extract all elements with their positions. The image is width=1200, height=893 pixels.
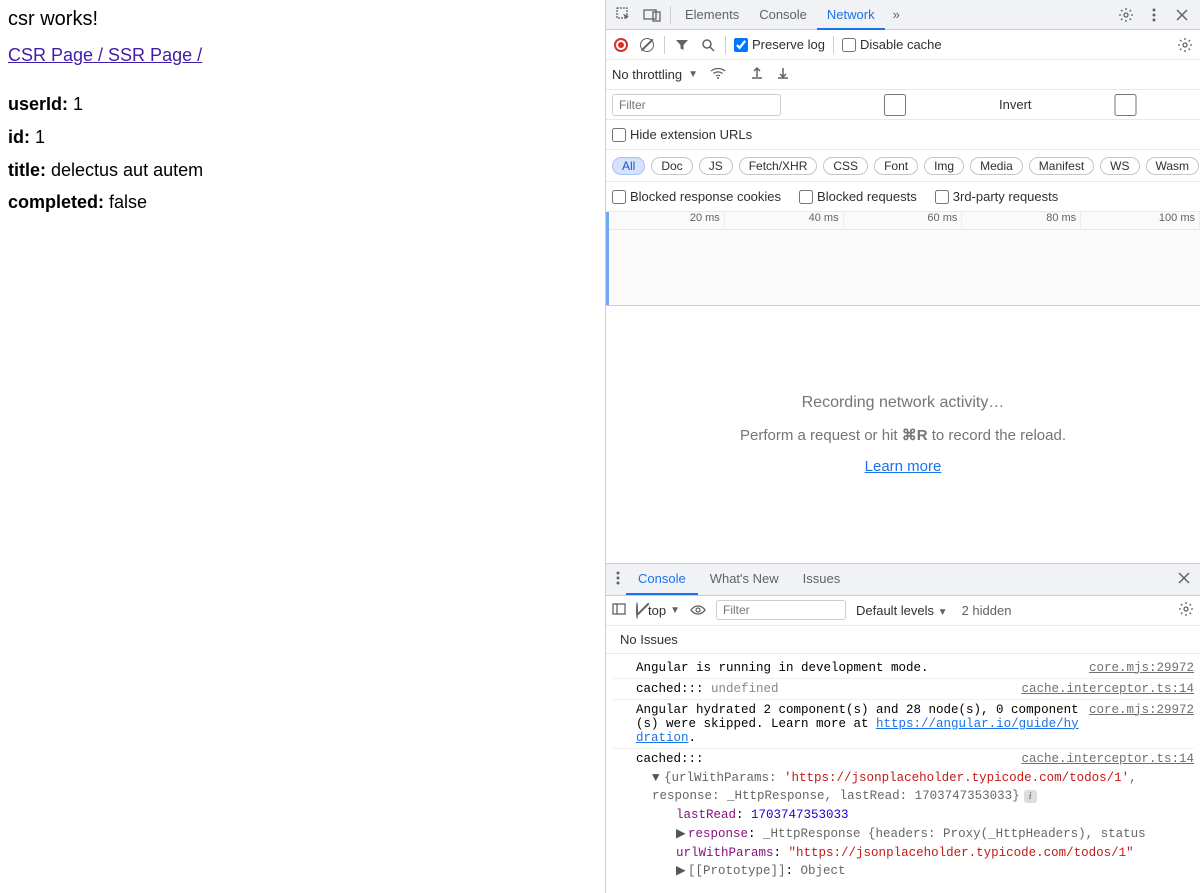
disable-cache-checkbox[interactable]: Disable cache xyxy=(842,37,942,52)
filter-bar: Invert Hide data URLs xyxy=(606,90,1200,120)
hidden-count[interactable]: 2 hidden xyxy=(962,603,1012,618)
console-clear-icon[interactable] xyxy=(636,603,638,618)
gear-icon[interactable] xyxy=(1116,5,1136,25)
invert-checkbox[interactable]: Invert xyxy=(795,94,1032,116)
pill-ws[interactable]: WS xyxy=(1100,157,1139,175)
object-prop[interactable]: ▶response: _HttpResponse {headers: Proxy… xyxy=(652,825,1194,844)
throttling-select[interactable]: No throttling▼ xyxy=(612,67,698,82)
log-row: cached::: undefined cache.interceptor.ts… xyxy=(612,679,1194,700)
pill-manifest[interactable]: Manifest xyxy=(1029,157,1094,175)
drawer-kebab-icon[interactable] xyxy=(610,571,626,588)
field-userid: userId: 1 xyxy=(8,90,597,119)
sidebar-toggle-icon[interactable] xyxy=(612,603,626,618)
network-settings-icon[interactable] xyxy=(1176,36,1194,54)
filter-icon[interactable] xyxy=(673,36,691,54)
drawer-close-icon[interactable] xyxy=(1172,572,1196,587)
source-link[interactable]: core.mjs:29972 xyxy=(1081,703,1194,717)
pill-css[interactable]: CSS xyxy=(823,157,868,175)
console-toolbar: top▼ Default levels ▼ 2 hidden xyxy=(606,596,1200,626)
tab-network[interactable]: Network xyxy=(817,0,885,30)
wifi-icon[interactable] xyxy=(710,67,726,82)
expanded-object: ▼{urlWithParams: 'https://jsonplaceholde… xyxy=(612,769,1194,882)
pill-all[interactable]: All xyxy=(612,157,645,175)
source-link[interactable]: cache.interceptor.ts:14 xyxy=(1013,682,1194,696)
download-har-icon[interactable] xyxy=(776,66,790,83)
tabs-overflow[interactable]: » xyxy=(885,7,908,22)
drawer-tab-issues[interactable]: Issues xyxy=(791,563,853,595)
resource-pills: All Doc JS Fetch/XHR CSS Font Img Media … xyxy=(606,150,1200,182)
filter-input[interactable] xyxy=(612,94,781,116)
device-toggle-icon[interactable] xyxy=(642,5,662,25)
waterfall-timeline[interactable]: 20 ms 40 ms 60 ms 80 ms 100 ms xyxy=(606,212,1200,306)
field-title: title: delectus aut autem xyxy=(8,156,597,185)
drawer-tab-whatsnew[interactable]: What's New xyxy=(698,563,791,595)
object-summary[interactable]: ▼{urlWithParams: 'https://jsonplaceholde… xyxy=(652,769,1194,807)
recording-text: Recording network activity… xyxy=(802,394,1005,412)
context-select[interactable]: top▼ xyxy=(648,603,680,618)
source-link[interactable]: core.mjs:29972 xyxy=(1081,661,1194,675)
blocked-row: Blocked response cookies Blocked request… xyxy=(606,182,1200,212)
blocked-requests-checkbox[interactable]: Blocked requests xyxy=(799,189,917,204)
pill-js[interactable]: JS xyxy=(699,157,733,175)
eye-icon[interactable] xyxy=(690,603,706,618)
log-row: cached::: cache.interceptor.ts:14 xyxy=(612,749,1194,769)
hide-ext-urls-checkbox[interactable]: Hide extension URLs xyxy=(612,127,752,142)
upload-har-icon[interactable] xyxy=(750,66,764,83)
clear-button[interactable] xyxy=(638,36,656,54)
pill-wasm[interactable]: Wasm xyxy=(1146,157,1200,175)
devtools-tabbar: Elements Console Network » xyxy=(606,0,1200,30)
object-prop[interactable]: lastRead: 1703747353033 xyxy=(652,806,1194,825)
preserve-log-checkbox[interactable]: Preserve log xyxy=(734,37,825,52)
field-id: id: 1 xyxy=(8,123,597,152)
drawer-tab-console[interactable]: Console xyxy=(626,563,698,595)
object-prop[interactable]: ▶[[Prototype]]: Object xyxy=(652,862,1194,881)
nav-links: CSR Page / SSR Page / xyxy=(8,45,597,66)
csr-page-link[interactable]: CSR Page / xyxy=(8,45,108,65)
hide-data-urls-checkbox[interactable]: Hide data URLs xyxy=(1046,90,1200,120)
hide-ext-row: Hide extension URLs xyxy=(606,120,1200,150)
page-heading: csr works! xyxy=(8,8,597,31)
object-prop[interactable]: urlWithParams: "https://jsonplaceholder.… xyxy=(652,844,1194,863)
learn-more-link[interactable]: Learn more xyxy=(865,458,942,475)
devtools-panel: Elements Console Network » Preserve log … xyxy=(605,0,1200,893)
throttling-row: No throttling▼ xyxy=(606,60,1200,90)
tab-elements[interactable]: Elements xyxy=(675,0,749,30)
source-link[interactable]: cache.interceptor.ts:14 xyxy=(1013,752,1194,766)
pill-font[interactable]: Font xyxy=(874,157,918,175)
info-icon[interactable]: i xyxy=(1024,790,1037,803)
blocked-cookies-checkbox[interactable]: Blocked response cookies xyxy=(612,189,781,204)
field-completed: completed: false xyxy=(8,188,597,217)
pill-img[interactable]: Img xyxy=(924,157,964,175)
console-filter-input[interactable] xyxy=(716,600,846,620)
third-party-checkbox[interactable]: 3rd-party requests xyxy=(935,189,1059,204)
close-icon[interactable] xyxy=(1172,5,1192,25)
search-icon[interactable] xyxy=(699,36,717,54)
network-empty-state: Recording network activity… Perform a re… xyxy=(606,306,1200,563)
tab-console[interactable]: Console xyxy=(749,0,817,30)
pill-fetch[interactable]: Fetch/XHR xyxy=(739,157,818,175)
console-log-area: Angular is running in development mode. … xyxy=(606,654,1200,893)
drawer-tabs: Console What's New Issues xyxy=(606,564,1200,596)
page-content: csr works! CSR Page / SSR Page / userId:… xyxy=(0,0,605,893)
log-levels-select[interactable]: Default levels ▼ xyxy=(856,603,948,618)
log-row: Angular is running in development mode. … xyxy=(612,658,1194,679)
console-drawer: Console What's New Issues top▼ Default l… xyxy=(606,563,1200,893)
kebab-icon[interactable] xyxy=(1144,5,1164,25)
record-button[interactable] xyxy=(612,36,630,54)
hint-text: Perform a request or hit ⌘ R to record t… xyxy=(740,426,1066,444)
pill-media[interactable]: Media xyxy=(970,157,1023,175)
ssr-page-link[interactable]: SSR Page / xyxy=(108,45,202,65)
pill-doc[interactable]: Doc xyxy=(651,157,692,175)
log-row: Angular hydrated 2 component(s) and 28 n… xyxy=(612,700,1194,749)
inspect-icon[interactable] xyxy=(614,5,634,25)
console-gear-icon[interactable] xyxy=(1178,601,1194,620)
no-issues-label: No Issues xyxy=(606,626,1200,654)
network-toolbar: Preserve log Disable cache xyxy=(606,30,1200,60)
